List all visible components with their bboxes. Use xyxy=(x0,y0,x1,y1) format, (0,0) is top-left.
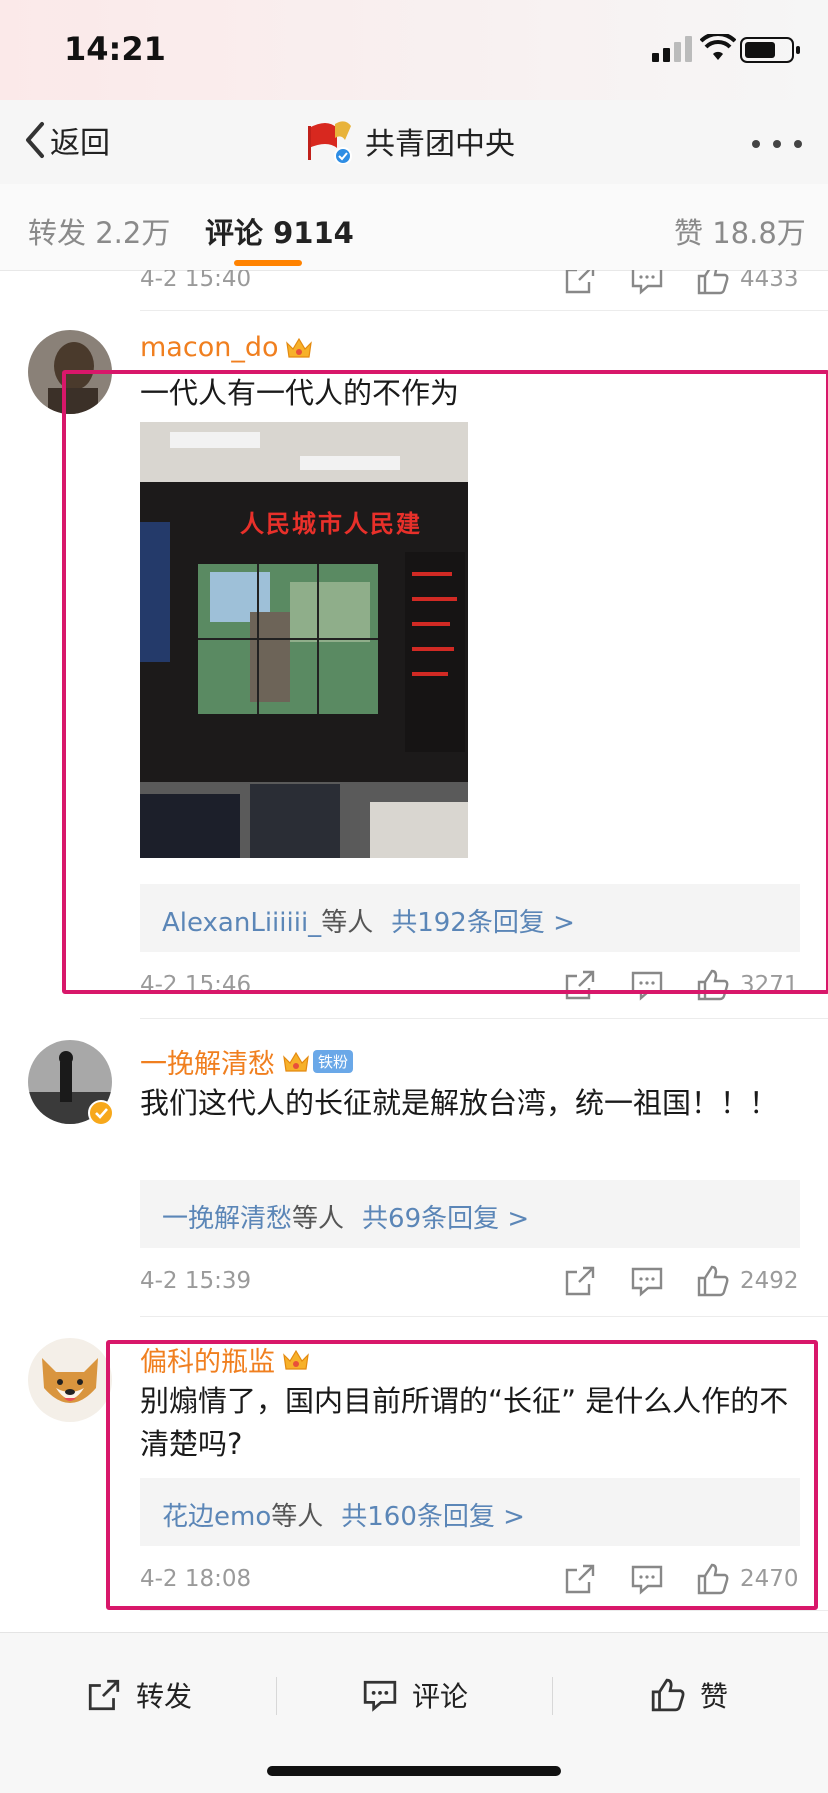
reply-etc: 等人 xyxy=(292,1204,345,1234)
back-chevron-icon xyxy=(26,122,44,158)
like-icon[interactable] xyxy=(696,968,730,1002)
avatar[interactable] xyxy=(28,1338,112,1422)
like-icon[interactable] xyxy=(696,270,730,296)
cellular-signal-icon xyxy=(652,36,692,62)
tab-repost[interactable]: 转发 2.2万 xyxy=(28,210,170,252)
username-text: 一挽解清愁 xyxy=(140,1049,275,1080)
crown-icon xyxy=(283,1051,309,1072)
username-text: macon_do xyxy=(140,332,279,363)
like-count: 4433 xyxy=(740,270,799,292)
reply-count: 共160条回复 > xyxy=(341,1502,525,1532)
tab-like[interactable]: 赞 18.8万 xyxy=(674,210,806,252)
reply-summary[interactable]: 花边emo等人 共160条回复 > xyxy=(140,1478,800,1546)
crown-icon xyxy=(286,337,313,358)
page-title: 共青团中央 xyxy=(365,127,515,162)
previous-comment-meta: 4-2 15:40 4433 xyxy=(0,270,828,310)
divider xyxy=(140,310,828,311)
reply-summary-text: 花边emo等人 共160条回复 > xyxy=(162,1496,525,1533)
active-tab-indicator xyxy=(234,260,302,266)
comment-time: 4-2 15:40 xyxy=(140,270,252,292)
comment-time: 4-2 15:46 xyxy=(140,972,252,998)
reply-etc: 等人 xyxy=(321,908,374,938)
divider xyxy=(140,1018,828,1019)
more-icon-dot xyxy=(752,140,760,148)
comment-username[interactable]: 一挽解清愁 铁粉 xyxy=(140,1042,354,1081)
like-count: 3271 xyxy=(740,972,799,998)
comment-icon[interactable] xyxy=(630,968,664,1002)
comment-username[interactable]: 偏科的瓶监 xyxy=(140,1340,311,1379)
wifi-icon xyxy=(700,34,736,60)
comment-text: 一代人有一代人的不作为 xyxy=(140,376,460,410)
comment-icon[interactable] xyxy=(630,1562,664,1596)
divider xyxy=(140,1610,828,1611)
back-button[interactable]: 返回 xyxy=(22,118,110,162)
like-count: 2470 xyxy=(740,1566,799,1592)
reply-count: 共69条回复 > xyxy=(362,1204,530,1234)
reply-user: 一挽解清愁 xyxy=(162,1204,293,1234)
comment-meta: 4-2 15:39 2492 xyxy=(140,1264,800,1304)
back-label: 返回 xyxy=(50,126,110,161)
fan-badge: 铁粉 xyxy=(313,1050,354,1073)
comment-icon xyxy=(363,1680,397,1712)
share-icon[interactable] xyxy=(563,968,597,1002)
detail-tabs: 转发 2.2万 评论 9114 赞 18.8万 xyxy=(0,184,828,271)
image-overlay-text: 人民城市人民建 xyxy=(240,509,422,538)
like-label: 赞 xyxy=(700,1680,729,1713)
like-icon[interactable] xyxy=(696,1562,730,1596)
verified-icon xyxy=(88,1100,114,1126)
crown-icon xyxy=(283,1349,309,1370)
comment-time: 4-2 18:08 xyxy=(140,1566,252,1592)
reply-user: AlexanLiiiiii_ xyxy=(162,908,322,938)
repost-label: 转发 xyxy=(136,1680,193,1713)
more-icon-dot xyxy=(773,140,781,148)
like-count: 2492 xyxy=(740,1268,799,1294)
more-icon-dot xyxy=(794,140,802,148)
like-icon xyxy=(651,1678,685,1712)
home-indicator xyxy=(267,1766,561,1776)
username-text: 偏科的瓶监 xyxy=(140,1347,275,1378)
share-icon[interactable] xyxy=(563,270,597,296)
comment-icon[interactable] xyxy=(630,1264,664,1298)
nav-bar: 返回 共青团中央 xyxy=(0,100,828,185)
status-time: 14:21 xyxy=(64,30,166,68)
comment-meta: 4-2 15:46 3271 xyxy=(140,968,800,1008)
like-icon[interactable] xyxy=(696,1264,730,1298)
more-button[interactable] xyxy=(752,136,802,150)
comment-meta: 4-2 18:08 2470 xyxy=(140,1562,800,1602)
comment-icon[interactable] xyxy=(630,270,664,296)
nav-title-group: 共青团中央 xyxy=(305,118,515,164)
comment-text: 我们这代人的长征就是解放台湾，统一祖国！！！ xyxy=(140,1086,779,1120)
reply-summary-text: AlexanLiiiiii_等人 共192条回复 > xyxy=(162,902,575,939)
share-icon[interactable] xyxy=(563,1562,597,1596)
reply-etc: 等人 xyxy=(271,1502,324,1532)
comment-time: 4-2 15:39 xyxy=(140,1268,252,1294)
comment-meta: 4-2 15:40 4433 xyxy=(140,270,800,302)
reply-user: 花边emo xyxy=(162,1502,272,1532)
divider xyxy=(140,1316,828,1317)
battery-icon xyxy=(740,37,800,63)
share-icon xyxy=(88,1679,120,1711)
reply-summary[interactable]: 一挽解清愁等人 共69条回复 > xyxy=(140,1180,800,1248)
reply-summary-text: 一挽解清愁等人 共69条回复 > xyxy=(162,1198,529,1235)
comment-text: 别煽情了，国内目前所谓的“长征” 是什么人作的不清楚吗? xyxy=(140,1384,789,1461)
toolbar-divider xyxy=(552,1677,553,1715)
reply-count: 共192条回复 > xyxy=(391,908,575,938)
avatar[interactable] xyxy=(28,330,112,414)
share-icon[interactable] xyxy=(563,1264,597,1298)
comment-username[interactable]: macon_do xyxy=(140,332,314,363)
reply-summary[interactable]: AlexanLiiiiii_等人 共192条回复 > xyxy=(140,884,800,952)
tab-comment[interactable]: 评论 9114 xyxy=(205,210,354,252)
toolbar-divider xyxy=(276,1677,277,1715)
like-button[interactable]: 赞 xyxy=(650,1673,728,1717)
status-bar: 14:21 xyxy=(0,0,828,100)
flag-logo-icon xyxy=(308,121,352,164)
comment-label: 评论 xyxy=(412,1680,469,1713)
repost-button[interactable]: 转发 xyxy=(86,1673,192,1717)
comment-button[interactable]: 评论 xyxy=(362,1673,468,1717)
comment-image[interactable]: 人民城市人民建 xyxy=(140,422,468,858)
